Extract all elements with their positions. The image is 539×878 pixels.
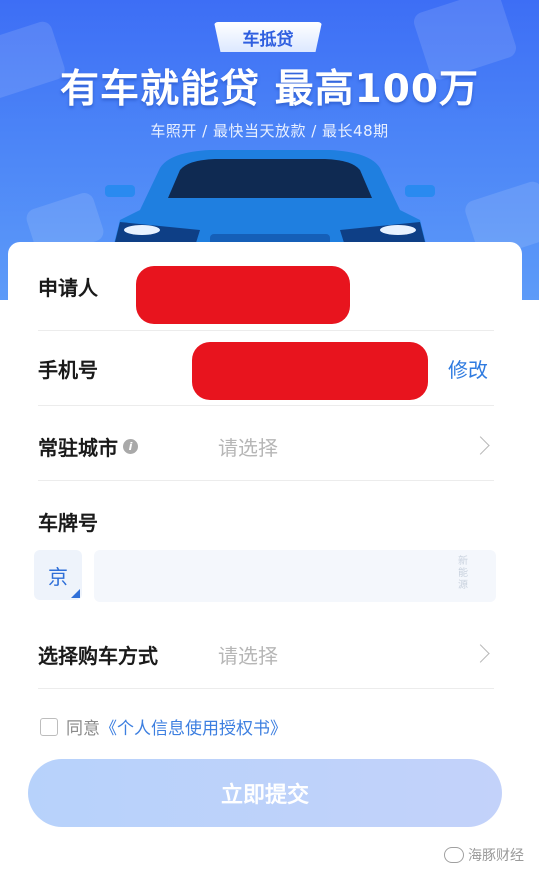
plate-province-select[interactable]: 京 — [34, 550, 82, 600]
agree-label: 同意 — [66, 719, 100, 739]
agree-checkbox[interactable] — [40, 718, 58, 736]
info-icon[interactable]: i — [123, 439, 138, 454]
wechat-icon — [444, 847, 464, 863]
privacy-authorization-link[interactable]: 《个人信息使用授权书》 — [100, 719, 287, 739]
divider — [38, 688, 494, 689]
submit-button[interactable]: 立即提交 — [28, 759, 502, 827]
purchase-method-placeholder[interactable]: 请选择 — [218, 640, 278, 669]
divider — [38, 480, 494, 481]
city-label: 常驻城市 — [38, 436, 118, 460]
watermark-text: 海豚财经 — [468, 848, 524, 864]
banner-subline: 车照开 / 最快当天放款 / 最长48期 — [150, 122, 389, 140]
plate-label: 车牌号 — [38, 511, 98, 535]
agreement-text: 同意《个人信息使用授权书》 — [66, 714, 287, 739]
plate-number-input[interactable] — [94, 550, 496, 602]
city-select-placeholder[interactable]: 请选择 — [218, 432, 278, 461]
dropdown-corner-icon — [71, 589, 80, 598]
applicant-label: 申请人 — [38, 276, 98, 300]
divider — [38, 330, 494, 331]
divider — [38, 405, 494, 406]
purchase-method-label: 选择购车方式 — [38, 644, 158, 668]
banner-headline: 有车就能贷 最高100万 — [60, 67, 479, 112]
redacted-phone-number — [192, 342, 428, 400]
product-tag: 车抵贷 — [214, 22, 322, 52]
application-form: 申请人 手机号 修改 常驻城市 i 请选择 车牌号 京 新能源 选择购车方式 请… — [8, 242, 522, 862]
redacted-applicant-name — [136, 266, 350, 324]
plate-row: 车牌号 — [38, 507, 494, 536]
phone-edit-link[interactable]: 修改 — [448, 354, 488, 383]
new-energy-hint: 新能源 — [458, 556, 468, 591]
watermark: 海豚财经 — [444, 845, 524, 865]
phone-label: 手机号 — [38, 358, 98, 382]
plate-province-value: 京 — [48, 564, 68, 589]
